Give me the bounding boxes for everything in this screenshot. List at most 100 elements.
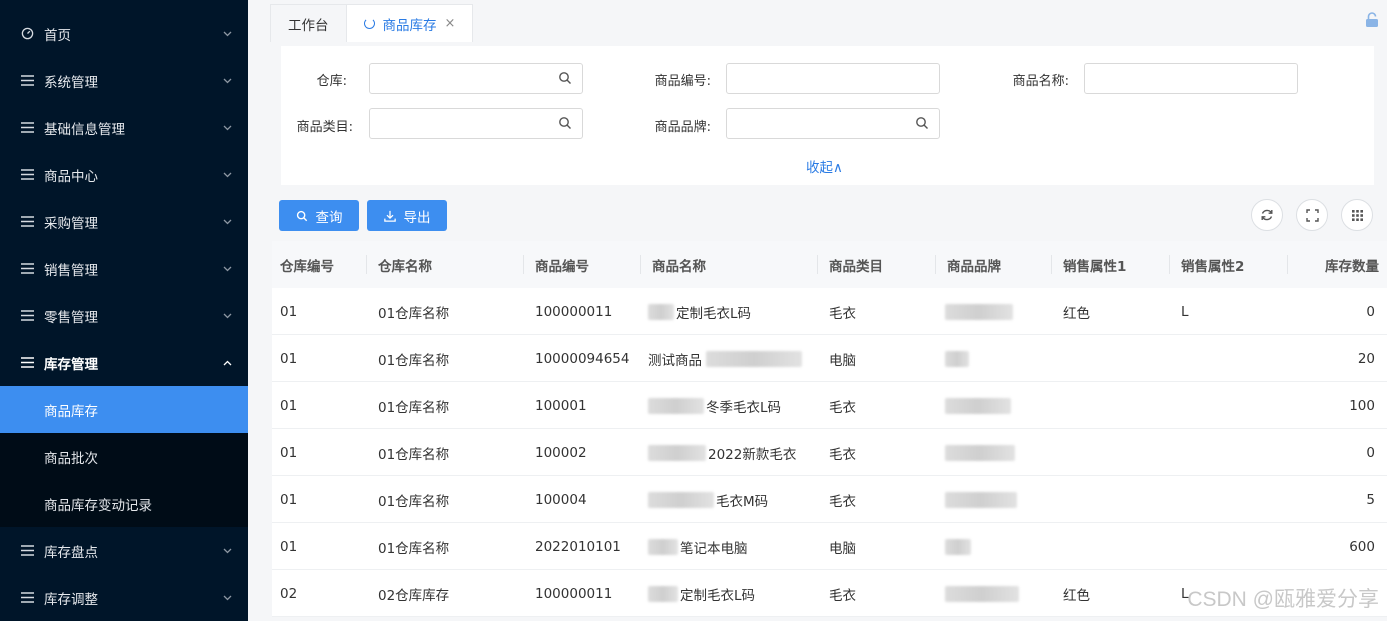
refresh-button[interactable] <box>1251 199 1283 231</box>
sidebar-subitem-stock-change-log[interactable]: 商品库存变动记录 <box>0 480 248 527</box>
cell-stock-qty: 0 <box>1366 444 1375 461</box>
sidebar-item-retail[interactable]: 零售管理 <box>0 292 248 339</box>
sidebar: 首页 系统管理 基础信息管理 商品中心 采购管理 销售管理 零售管理 库存管理 … <box>0 0 248 621</box>
cell-warehouse-code: 01 <box>280 491 298 508</box>
warehouse-input[interactable] <box>369 63 583 94</box>
tab-product-stock[interactable]: 商品库存 × <box>345 4 474 42</box>
column-settings-button[interactable] <box>1341 199 1373 231</box>
column-header[interactable]: 商品类目 <box>829 241 883 288</box>
product-name-input[interactable] <box>1084 63 1298 94</box>
table-row[interactable]: 01 01仓库名称 100001 冬季毛衣L码 毛衣 100 <box>272 382 1387 429</box>
cell-warehouse-name: 02仓库库存 <box>378 587 450 604</box>
sidebar-item-stocktake[interactable]: 库存盘点 <box>0 527 248 574</box>
cell-brand <box>945 429 1015 476</box>
category-label: 商品类目: <box>296 120 353 135</box>
filter-panel: 仓库: 商品编号: 商品名称: 商品类目: 商品品牌: 收起∧ <box>281 46 1374 185</box>
search-icon[interactable] <box>915 116 929 130</box>
table-row[interactable]: 01 01仓库名称 2022010101 笔记本电脑 电脑 600 <box>272 523 1387 570</box>
cell-brand <box>945 335 969 382</box>
cell-warehouse-code: 01 <box>280 397 298 414</box>
cell-brand <box>945 288 1013 335</box>
stock-table: 仓库编号 仓库名称 商品编号 商品名称 商品类目 商品品牌 销售属性1 销售属性… <box>272 241 1387 617</box>
sidebar-item-inventory[interactable]: 库存管理 <box>0 339 248 386</box>
column-header[interactable]: 仓库编号 <box>280 241 334 288</box>
column-header[interactable]: 仓库名称 <box>378 241 432 288</box>
cell-product-name-text: 笔记本电脑 <box>680 540 748 557</box>
sidebar-item-sales[interactable]: 销售管理 <box>0 245 248 292</box>
sidebar-item-purchase[interactable]: 采购管理 <box>0 198 248 245</box>
sidebar-subitem-product-batch[interactable]: 商品批次 <box>0 433 248 480</box>
column-header[interactable]: 商品名称 <box>652 241 706 288</box>
tab-label: 商品库存 <box>382 17 437 34</box>
cell-product-code: 10000094654 <box>535 350 630 367</box>
cell-stock-qty: 600 <box>1349 538 1375 555</box>
close-icon[interactable]: × <box>445 16 456 31</box>
sidebar-item-label: 零售管理 <box>44 309 98 326</box>
collapse-link[interactable]: 收起∧ <box>806 156 843 176</box>
redacted-text <box>648 491 714 508</box>
sidebar-item-basic-info[interactable]: 基础信息管理 <box>0 104 248 151</box>
table-row[interactable]: 01 01仓库名称 100000011 定制毛衣L码 毛衣 红色 L 0 <box>272 288 1387 335</box>
sidebar-item-label: 基础信息管理 <box>44 121 125 138</box>
export-button[interactable]: 导出 <box>367 200 447 231</box>
search-icon[interactable] <box>558 116 572 130</box>
menu-icon <box>20 591 34 605</box>
column-header[interactable]: 库存数量 <box>1325 241 1379 288</box>
product-code-input[interactable] <box>726 63 940 94</box>
cell-brand <box>945 382 1011 429</box>
cell-category: 毛衣 <box>829 305 856 322</box>
cell-product-code: 100001 <box>535 397 587 414</box>
fullscreen-button[interactable] <box>1296 199 1328 231</box>
dashboard-icon <box>20 27 34 41</box>
cell-product-code: 100000011 <box>535 585 613 602</box>
category-input[interactable] <box>369 108 583 139</box>
cell-product-code: 2022010101 <box>535 538 621 555</box>
watermark: CSDN @瓯雅爱分享 <box>1187 588 1379 611</box>
column-header[interactable]: 商品品牌 <box>947 241 1001 288</box>
export-button-label: 导出 <box>403 209 431 226</box>
chevron-down-icon <box>222 76 232 86</box>
sidebar-item-product-center[interactable]: 商品中心 <box>0 151 248 198</box>
column-header[interactable]: 销售属性2 <box>1181 241 1244 288</box>
download-icon <box>383 210 396 222</box>
sidebar-item-stock-adjust[interactable]: 库存调整 <box>0 574 248 621</box>
redacted-text <box>945 397 1011 414</box>
refresh-icon <box>1261 209 1273 221</box>
tab-workbench[interactable]: 工作台 <box>270 4 347 42</box>
sidebar-item-system[interactable]: 系统管理 <box>0 57 248 104</box>
sidebar-subitem-product-stock[interactable]: 商品库存 <box>0 386 248 433</box>
grid-icon <box>1351 209 1363 221</box>
cell-brand <box>945 523 971 570</box>
redacted-text <box>648 444 706 461</box>
lock-icon[interactable] <box>1365 12 1379 28</box>
sidebar-item-home[interactable]: 首页 <box>0 10 248 57</box>
redacted-text <box>648 538 678 555</box>
cell-stock-qty: 0 <box>1366 303 1375 320</box>
tab-bar: 工作台 商品库存 × <box>270 4 1387 42</box>
column-header[interactable]: 销售属性1 <box>1063 241 1126 288</box>
cell-stock-qty: 5 <box>1366 491 1375 508</box>
cell-warehouse-code: 01 <box>280 444 298 461</box>
redacted-text <box>945 444 1015 461</box>
cell-warehouse-name: 01仓库名称 <box>378 352 450 369</box>
cell-warehouse-name: 01仓库名称 <box>378 493 450 510</box>
cell-product-name: 测试商品 <box>648 335 802 382</box>
redacted-text <box>945 303 1013 320</box>
brand-input[interactable] <box>726 108 940 139</box>
table-row[interactable]: 01 01仓库名称 10000094654 测试商品 电脑 20 <box>272 335 1387 382</box>
search-icon[interactable] <box>558 71 572 85</box>
table-row[interactable]: 01 01仓库名称 100004 毛衣M码 毛衣 5 <box>272 476 1387 523</box>
redacted-text <box>945 491 1017 508</box>
table-body: 01 01仓库名称 100000011 定制毛衣L码 毛衣 红色 L 0 01 01仓库名称 100… <box>272 288 1387 617</box>
chevron-down-icon <box>222 593 232 603</box>
product-code-label: 商品编号: <box>654 74 711 89</box>
cell-warehouse-code: 01 <box>280 303 298 320</box>
column-header[interactable]: 商品编号 <box>535 241 589 288</box>
query-button[interactable]: 查询 <box>279 200 359 231</box>
chevron-down-icon <box>222 123 232 133</box>
product-name-label: 商品名称: <box>1012 74 1069 89</box>
cell-warehouse-code: 02 <box>280 585 298 602</box>
table-row[interactable]: 01 01仓库名称 100002 2022新款毛衣 毛衣 0 <box>272 429 1387 476</box>
fullscreen-icon <box>1305 208 1319 222</box>
menu-icon <box>20 309 34 323</box>
